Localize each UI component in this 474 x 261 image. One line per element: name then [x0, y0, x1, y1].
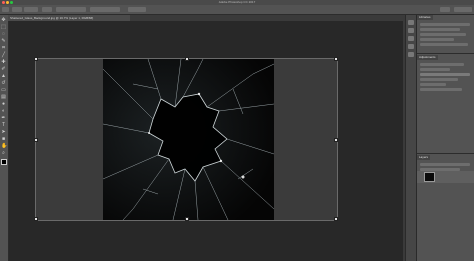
- character-panel-icon[interactable]: [408, 36, 414, 41]
- transform-handle-bottom[interactable]: [185, 217, 189, 221]
- adjustments-tab[interactable]: Adjustments: [417, 55, 438, 60]
- panel-divider: [417, 53, 474, 54]
- type-icon[interactable]: T: [1, 123, 6, 128]
- auto-select-checkbox[interactable]: [12, 7, 22, 12]
- adjustment-row-4[interactable]: [420, 78, 458, 81]
- marquee-icon[interactable]: ⬚: [1, 25, 6, 30]
- shape-icon[interactable]: ■: [1, 137, 6, 142]
- layer-select-dropdown[interactable]: [24, 7, 38, 12]
- adjustment-row-5[interactable]: [420, 83, 446, 86]
- transform-handle-left[interactable]: [34, 138, 38, 142]
- library-row-5[interactable]: [420, 43, 468, 46]
- panel-dock-icons: [405, 15, 416, 261]
- history-brush-icon[interactable]: ↺: [1, 81, 6, 86]
- adjustment-row-3[interactable]: [420, 73, 470, 76]
- properties-panel-icon[interactable]: [408, 28, 414, 33]
- workspace-switcher[interactable]: [454, 7, 472, 12]
- shattered-glass-photo[interactable]: [103, 59, 274, 220]
- stamp-icon[interactable]: ▲: [1, 74, 6, 79]
- layers-tab[interactable]: Layers: [417, 155, 431, 160]
- hand-icon[interactable]: ✋: [1, 144, 7, 149]
- pen-icon[interactable]: ✒: [1, 116, 6, 121]
- move-icon[interactable]: ✥: [1, 18, 6, 23]
- 3d-mode-buttons[interactable]: [128, 7, 146, 12]
- transform-handle-top-left[interactable]: [34, 57, 38, 61]
- dodge-icon[interactable]: ◐: [1, 109, 6, 114]
- libraries-tab[interactable]: Libraries: [417, 15, 433, 20]
- quick-select-icon[interactable]: ✎: [1, 39, 6, 44]
- transform-handle-top[interactable]: [185, 57, 189, 61]
- adjustment-row-2[interactable]: [420, 68, 450, 71]
- distribute-buttons[interactable]: [90, 7, 120, 12]
- brush-icon[interactable]: ✐: [1, 67, 6, 72]
- brush-panel-icon[interactable]: [408, 52, 414, 57]
- transform-handle-bottom-right[interactable]: [334, 217, 338, 221]
- transform-handle-top-right[interactable]: [334, 57, 338, 61]
- panel-divider: [417, 153, 474, 154]
- right-panels: Libraries Adjustments Layers: [416, 15, 474, 261]
- crop-icon[interactable]: ⌗: [1, 46, 6, 51]
- healing-icon[interactable]: ✚: [1, 60, 6, 65]
- search-icon[interactable]: [440, 7, 450, 12]
- transform-handle-bottom-left[interactable]: [34, 217, 38, 221]
- library-row-1[interactable]: [420, 23, 470, 26]
- options-bar: [0, 5, 474, 15]
- adjustment-row-1[interactable]: [420, 63, 464, 66]
- layer-thumbnail[interactable]: [424, 172, 435, 182]
- gradient-icon[interactable]: ▤: [1, 95, 6, 100]
- paragraph-panel-icon[interactable]: [408, 44, 414, 49]
- transform-handle-right[interactable]: [334, 138, 338, 142]
- align-buttons[interactable]: [56, 7, 86, 12]
- shattered-glass-image: [103, 59, 274, 220]
- layer-filter-bar[interactable]: [420, 163, 470, 166]
- history-panel-icon[interactable]: [408, 20, 414, 25]
- library-row-2[interactable]: [420, 28, 460, 31]
- show-transform-checkbox[interactable]: [42, 7, 52, 12]
- blur-icon[interactable]: ●: [1, 102, 6, 107]
- foreground-color-swatch[interactable]: [1, 159, 7, 165]
- library-row-3[interactable]: [420, 33, 466, 36]
- tools-panel: ✥ ⬚ ◌ ✎ ⌗ ╱ ✚ ✐ ▲ ↺ ▭ ▤ ● ◐ ✒ T ➤ ■ ✋ ⌕: [0, 15, 9, 261]
- lasso-icon[interactable]: ◌: [1, 32, 6, 37]
- library-row-4[interactable]: [420, 38, 454, 41]
- zoom-icon[interactable]: ⌕: [1, 151, 6, 156]
- tool-preset-picker[interactable]: [2, 7, 9, 12]
- adjustment-row-6[interactable]: [420, 88, 462, 91]
- eyedropper-icon[interactable]: ╱: [1, 53, 6, 58]
- path-select-icon[interactable]: ➤: [1, 130, 6, 135]
- eraser-icon[interactable]: ▭: [1, 88, 6, 93]
